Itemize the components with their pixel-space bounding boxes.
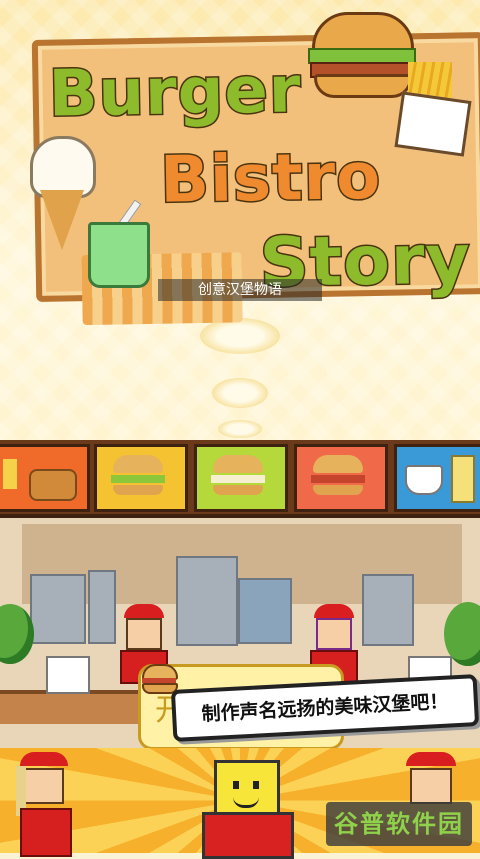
menu-panel-salad-drink	[394, 444, 480, 512]
kitchen-machine	[238, 578, 292, 644]
register-screen	[46, 656, 90, 694]
watermark-badge: 谷普软件园	[326, 802, 472, 846]
subtitle-caption: 创意汉堡物语	[158, 279, 322, 301]
kitchen-machine	[176, 556, 238, 646]
menu-board	[0, 440, 480, 518]
watermark-text: 谷普软件园	[334, 810, 464, 838]
ceiling-light	[218, 420, 262, 438]
menu-panel-chicken-burger	[94, 444, 188, 512]
mascot-body	[202, 812, 294, 859]
logo-word-burger: Burger	[47, 52, 304, 133]
ceiling-light	[212, 378, 268, 408]
menu-panel-classic-burger	[294, 444, 388, 512]
burger-icon	[140, 662, 178, 694]
kitchen-machine	[30, 574, 86, 644]
menu-panel-nuggets	[0, 444, 90, 512]
customer-character-left	[8, 752, 78, 857]
fries-icon	[394, 62, 472, 157]
ceiling-light	[200, 318, 280, 354]
kitchen-machine	[88, 570, 116, 644]
kitchen-machine	[362, 574, 414, 646]
soda-cup-icon	[82, 198, 162, 288]
menu-panel-egg-burger	[194, 444, 288, 512]
logo-word-bistro: Bistro	[158, 138, 383, 219]
